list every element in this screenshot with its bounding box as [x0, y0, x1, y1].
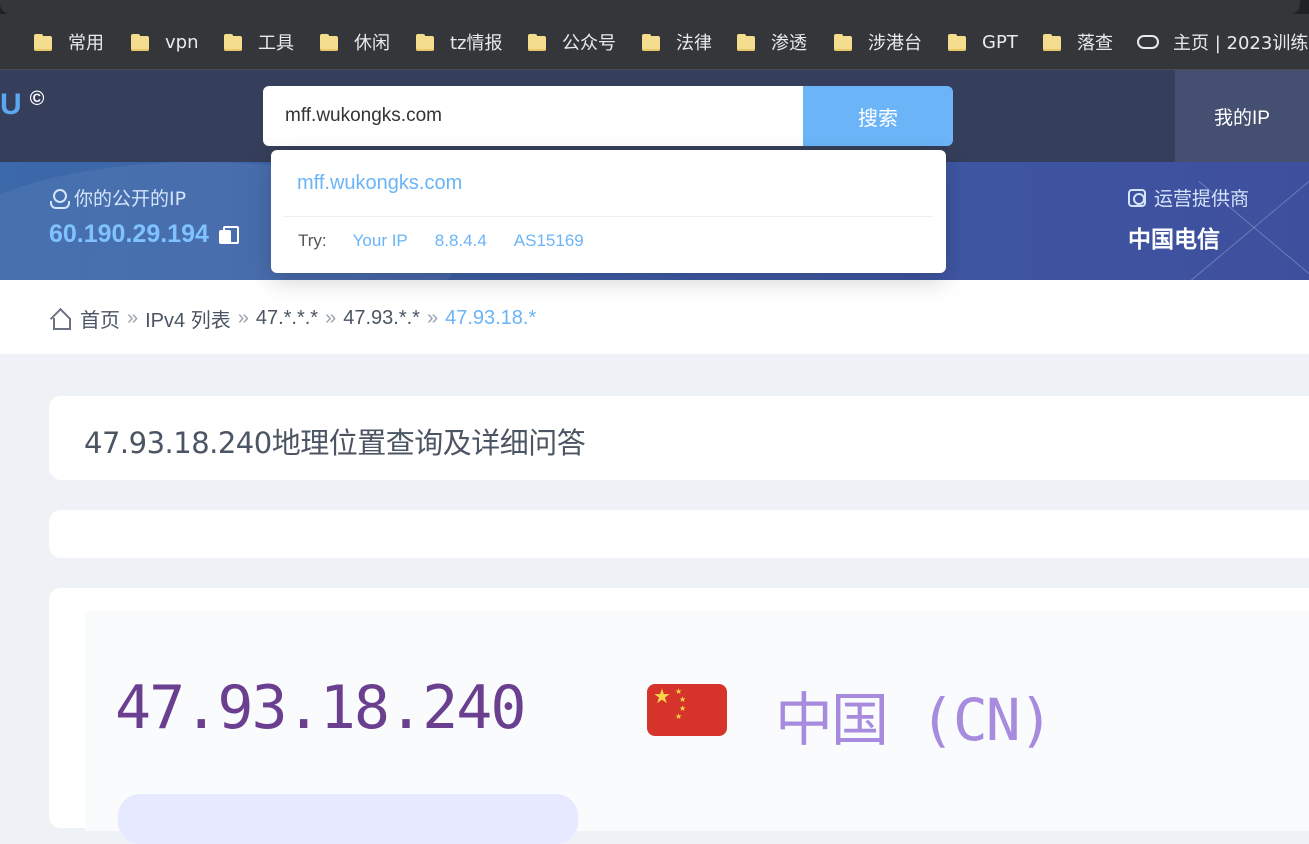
folder-icon — [416, 33, 434, 51]
site-logo[interactable]: U © — [0, 88, 44, 122]
cloud-icon — [1137, 35, 1159, 49]
breadcrumb-bar: 首页 » IPv4 列表 » 47.*.*.* » 47.93.*.* » 47… — [0, 280, 1309, 354]
copy-icon[interactable] — [218, 225, 239, 244]
breadcrumb-home[interactable]: 首页 — [80, 304, 120, 333]
ip-detail-card: 47.93.18.240 ★ ★ ★ ★ ★ 中国 (CN) — [49, 588, 1309, 844]
bookmark-gongzhonghao[interactable]: 公众号 — [528, 30, 616, 54]
bookmark-gpt[interactable]: GPT — [948, 30, 1018, 54]
folder-icon — [224, 33, 242, 51]
breadcrumb-current[interactable]: 47.93.18.* — [445, 307, 536, 330]
folder-icon — [948, 33, 966, 51]
bookmark-homepage[interactable]: 主页 | 2023训练营 — [1137, 30, 1309, 54]
page-title: 47.93.18.240地理位置查询及详细问答 — [84, 426, 586, 460]
public-ip-value[interactable]: 60.190.29.194 — [49, 220, 239, 249]
breadcrumb: 首页 » IPv4 列表 » 47.*.*.* » 47.93.*.* » 47… — [50, 304, 536, 333]
folder-icon — [320, 33, 338, 51]
bookmarks-bar: ] 常用 vpn 工具 休闲 tz情报 公众号 法律 渗透 涉港台 GPT 落查… — [0, 14, 1309, 70]
china-flag-icon: ★ ★ ★ ★ ★ — [647, 684, 727, 736]
folder-icon — [737, 33, 755, 51]
active-tab-edge — [0, 0, 1300, 14]
bookmark-luocha[interactable]: 落查 — [1043, 30, 1113, 54]
breadcrumb-separator: » — [237, 307, 249, 329]
search-button[interactable]: 搜索 — [803, 86, 953, 146]
bookmark-changyong[interactable]: 常用 — [34, 30, 104, 54]
breadcrumb-separator: » — [426, 307, 439, 329]
search-suggestions-dropdown: mff.wukongks.com Try: Your IP 8.8.4.4 AS… — [271, 150, 946, 273]
ip-address-display: 47.93.18.240 — [115, 673, 526, 743]
search-bar: 搜索 — [263, 86, 953, 146]
try-link-8-8-4-4[interactable]: 8.8.4.4 — [435, 231, 487, 251]
breadcrumb-ipv4-list[interactable]: IPv4 列表 — [145, 304, 231, 333]
isp-value: 中国电信 — [1128, 227, 1220, 253]
try-link-your-ip[interactable]: Your IP — [353, 231, 408, 251]
breadcrumb-47-93[interactable]: 47.93.*.* — [343, 307, 420, 330]
try-link-as15169[interactable]: AS15169 — [514, 231, 584, 251]
bookmark-gongju[interactable]: 工具 — [224, 30, 294, 54]
isp-label: 运营提供商 — [1128, 184, 1249, 211]
country-display: 中国 (CN) — [775, 686, 1054, 754]
empty-card — [49, 510, 1309, 558]
folder-icon — [528, 33, 546, 51]
bookmark-xiuxian[interactable]: 休闲 — [320, 30, 390, 54]
bookmark-tz[interactable]: tz情报 — [416, 30, 503, 54]
try-examples: Try: Your IP 8.8.4.4 AS15169 — [298, 231, 611, 251]
user-pin-icon — [50, 188, 70, 209]
bookmark-falv[interactable]: 法律 — [642, 30, 712, 54]
breadcrumb-separator: » — [127, 307, 139, 329]
home-icon[interactable] — [50, 310, 71, 330]
bookmark-shegangtai[interactable]: 涉港台 — [834, 30, 922, 54]
folder-icon — [834, 33, 852, 51]
folder-icon — [34, 33, 52, 51]
public-ip-label: 你的公开的IP — [50, 184, 186, 211]
suggestion-item[interactable]: mff.wukongks.com — [297, 172, 462, 195]
copyright-mark: © — [29, 88, 45, 110]
my-ip-button[interactable]: 我的IP — [1175, 70, 1309, 162]
breadcrumb-separator: » — [325, 307, 337, 329]
folder-icon — [642, 33, 660, 51]
folder-icon — [1043, 33, 1061, 51]
browser-tab-strip — [0, 0, 1309, 14]
info-pill — [118, 794, 578, 844]
bookmark-shentou[interactable]: 渗透 — [737, 30, 807, 54]
title-card: 47.93.18.240地理位置查询及详细问答 — [49, 396, 1309, 480]
folder-icon — [131, 33, 149, 51]
divider — [283, 216, 933, 217]
breadcrumb-47[interactable]: 47.*.*.* — [256, 307, 318, 330]
location-icon — [1128, 188, 1146, 207]
ip-detail-panel: 47.93.18.240 ★ ★ ★ ★ ★ 中国 (CN) — [85, 611, 1309, 844]
search-input[interactable] — [263, 86, 803, 146]
bookmark-vpn[interactable]: vpn — [131, 30, 199, 54]
try-label: Try: — [298, 231, 327, 250]
